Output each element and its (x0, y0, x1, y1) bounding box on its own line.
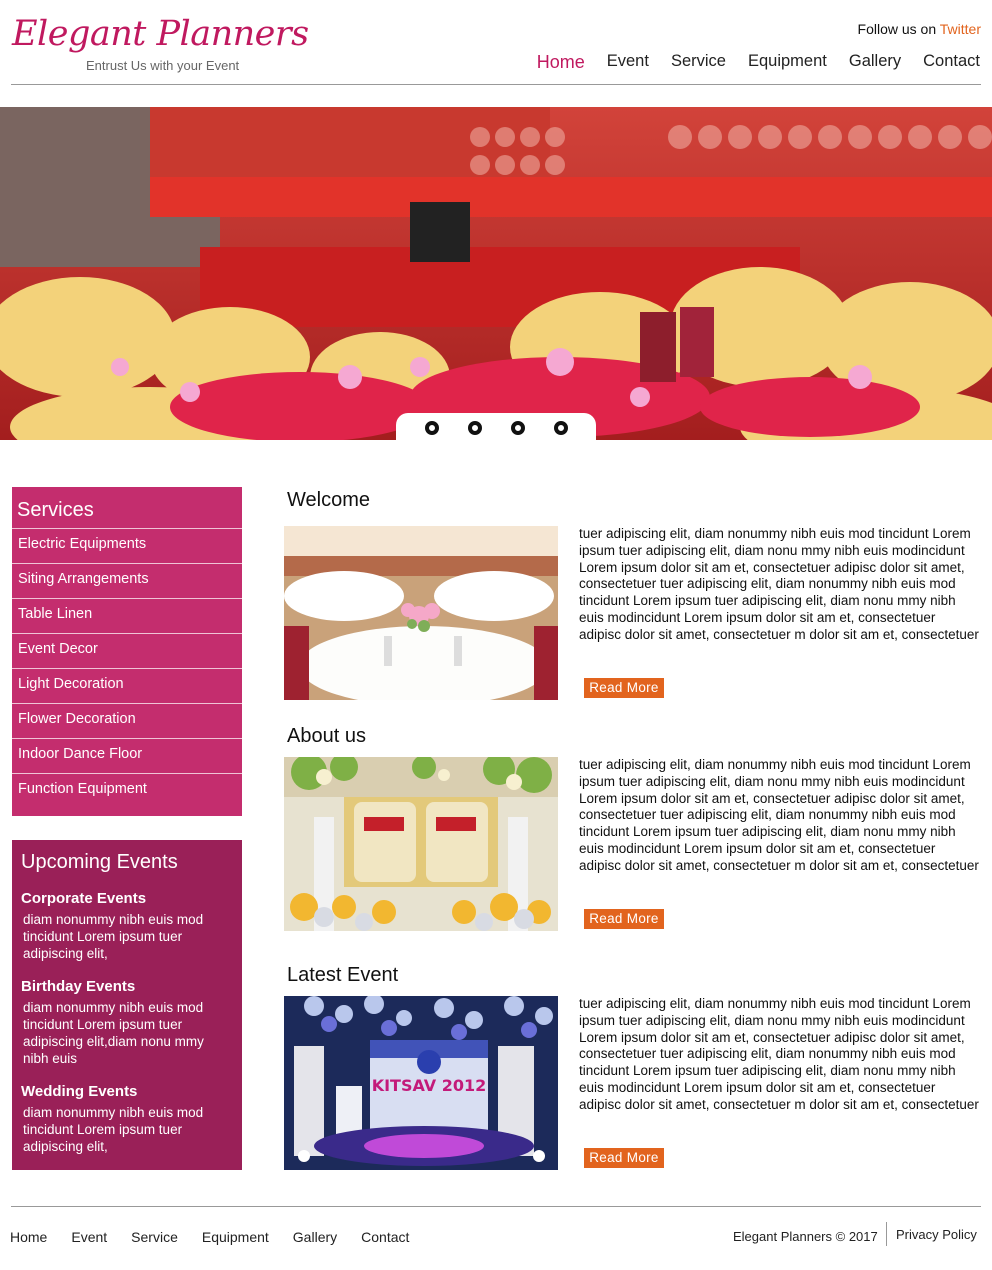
nav-event[interactable]: Event (607, 52, 649, 73)
services-title: Services (17, 499, 94, 521)
header-divider (11, 84, 981, 85)
logo[interactable]: Elegant Planners Entrust Us with your Ev… (12, 14, 309, 73)
about-title: About us (287, 725, 366, 747)
about-image (284, 757, 558, 931)
slider-pagination (396, 413, 596, 443)
service-item-siting-arrangements[interactable]: Siting Arrangements (12, 563, 242, 598)
footer-divider (11, 1206, 981, 1207)
event-wedding: Wedding Events diam nonummy nibh euis mo… (21, 1083, 233, 1155)
latest-event-read-more-button[interactable]: Read More (584, 1148, 664, 1168)
event-title[interactable]: Birthday Events (21, 978, 233, 995)
upcoming-events-panel: Upcoming Events Corporate Events diam no… (12, 840, 242, 1170)
event-text: diam nonummy nibh euis mod tincidunt Lor… (23, 1000, 204, 1066)
slider-dot-3[interactable] (510, 421, 525, 435)
nav-contact[interactable]: Contact (923, 52, 980, 73)
welcome-read-more-button[interactable]: Read More (584, 678, 664, 698)
footer-nav-service[interactable]: Service (131, 1229, 178, 1245)
nav-service[interactable]: Service (671, 52, 726, 73)
upcoming-events-title: Upcoming Events (21, 851, 178, 873)
hero-banner-image (0, 107, 992, 440)
slider-dot-4[interactable] (553, 421, 568, 435)
logo-title: Elegant Planners (12, 14, 309, 54)
footer-nav-gallery[interactable]: Gallery (293, 1229, 337, 1245)
slider-dot-1[interactable] (424, 421, 439, 435)
latest-event-text: tuer adipiscing elit, diam nonummy nibh … (579, 996, 979, 1112)
welcome-title: Welcome (287, 489, 370, 511)
event-title[interactable]: Corporate Events (21, 890, 233, 907)
nav-home[interactable]: Home (537, 52, 585, 73)
latest-event-image: KITSAV 2012 (284, 996, 558, 1170)
welcome-text: tuer adipiscing elit, diam nonummy nibh … (579, 526, 979, 642)
about-read-more-button[interactable]: Read More (584, 909, 664, 929)
footer-separator (886, 1222, 887, 1246)
services-panel: Services Electric Equipments Siting Arra… (12, 487, 242, 816)
event-text: diam nonummy nibh euis mod tincidunt Lor… (23, 912, 204, 961)
event-birthday: Birthday Events diam nonummy nibh euis m… (21, 978, 233, 1067)
latest-event-title: Latest Event (287, 964, 399, 986)
logo-tagline: Entrust Us with your Event (86, 58, 240, 73)
service-item-light-decoration[interactable]: Light Decoration (12, 668, 242, 703)
footer-nav-contact[interactable]: Contact (361, 1229, 409, 1245)
event-corporate: Corporate Events diam nonummy nibh euis … (21, 890, 233, 962)
footer-nav-home[interactable]: Home (10, 1229, 47, 1245)
top-nav: Home Event Service Equipment Gallery Con… (537, 52, 980, 73)
welcome-image (284, 526, 558, 700)
nav-gallery[interactable]: Gallery (849, 52, 901, 73)
copyright: Elegant Planners © 2017 (733, 1229, 878, 1244)
twitter-link[interactable]: Twitter (940, 21, 981, 37)
follow-us: Follow us on Twitter (858, 21, 981, 37)
service-item-function-equipment[interactable]: Function Equipment (12, 773, 242, 808)
about-text: tuer adipiscing elit, diam nonummy nibh … (579, 757, 979, 873)
service-item-electric-equipments[interactable]: Electric Equipments (12, 528, 242, 563)
privacy-policy-link[interactable]: Privacy Policy (896, 1227, 977, 1242)
footer-nav-equipment[interactable]: Equipment (202, 1229, 269, 1245)
service-item-table-linen[interactable]: Table Linen (12, 598, 242, 633)
nav-equipment[interactable]: Equipment (748, 52, 827, 73)
footer-nav-event[interactable]: Event (71, 1229, 107, 1245)
footer-nav: Home Event Service Equipment Gallery Con… (10, 1229, 409, 1245)
service-item-indoor-dance-floor[interactable]: Indoor Dance Floor (12, 738, 242, 773)
kitsav-banner-text: KITSAV 2012 (372, 1076, 487, 1095)
service-item-event-decor[interactable]: Event Decor (12, 633, 242, 668)
follow-text: Follow us on (857, 21, 937, 37)
service-item-flower-decoration[interactable]: Flower Decoration (12, 703, 242, 738)
event-text: diam nonummy nibh euis mod tincidunt Lor… (23, 1105, 204, 1154)
slider-dot-2[interactable] (467, 421, 482, 435)
event-title[interactable]: Wedding Events (21, 1083, 233, 1100)
services-list: Electric Equipments Siting Arrangements … (12, 528, 242, 808)
